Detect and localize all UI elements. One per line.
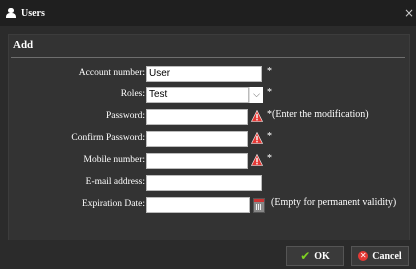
expiration-date-label: Expiration Date: (81, 199, 145, 209)
warning-icon (251, 110, 263, 122)
account-number-label: Account number: (78, 68, 145, 78)
section-title: Add (13, 39, 34, 51)
required-mark: * (267, 131, 272, 142)
required-mark: * (267, 153, 272, 164)
mobile-number-label: Mobile number: (83, 155, 145, 165)
cancel-label: Cancel (372, 250, 402, 262)
password-hint: *(Enter the modification) (267, 109, 369, 120)
dialog-footer: ✔ OK ✕ Cancel (0, 240, 416, 269)
title-bar: Users × (0, 0, 416, 26)
required-mark: * (267, 87, 272, 98)
email-row: E-mail address: (9, 175, 409, 191)
password-row: Password: *(Enter the modification) (9, 109, 409, 125)
warning-icon (251, 132, 263, 144)
confirm-password-input[interactable] (146, 131, 248, 147)
ok-button[interactable]: ✔ OK (286, 246, 344, 266)
roles-label: Roles: (120, 89, 145, 99)
mobile-number-input[interactable] (146, 153, 248, 169)
password-label: Password: (105, 111, 145, 121)
confirm-password-row: Confirm Password: * (9, 131, 409, 147)
expiration-date-row: Expiration Date: (Empty for permanent va… (9, 197, 409, 213)
required-mark: * (267, 66, 272, 77)
window-title: Users (21, 7, 45, 19)
close-icon[interactable]: × (404, 6, 414, 20)
account-number-row: Account number: User * (9, 66, 409, 82)
calendar-icon[interactable] (253, 198, 265, 213)
email-label: E-mail address: (85, 177, 145, 187)
check-icon: ✔ (300, 249, 311, 263)
roles-row: Roles: Test ⌵ * (9, 87, 409, 103)
account-number-input[interactable]: User (146, 66, 262, 82)
expiration-hint: (Empty for permanent validity) (271, 197, 397, 208)
chevron-down-icon[interactable]: ⌵ (249, 87, 263, 103)
ok-label: OK (314, 250, 330, 262)
password-input[interactable] (146, 109, 248, 125)
cancel-button[interactable]: ✕ Cancel (351, 246, 409, 266)
form-panel: Add Account number: User * Roles: Test ⌵… (8, 34, 410, 242)
cancel-icon: ✕ (358, 251, 369, 261)
expiration-date-input[interactable] (146, 197, 250, 213)
section-divider (11, 57, 405, 58)
roles-select[interactable]: Test (146, 87, 249, 103)
confirm-password-label: Confirm Password: (71, 133, 145, 143)
mobile-number-row: Mobile number: * (9, 153, 409, 169)
warning-icon (251, 154, 263, 166)
email-input[interactable] (146, 175, 262, 191)
user-icon (6, 8, 16, 18)
